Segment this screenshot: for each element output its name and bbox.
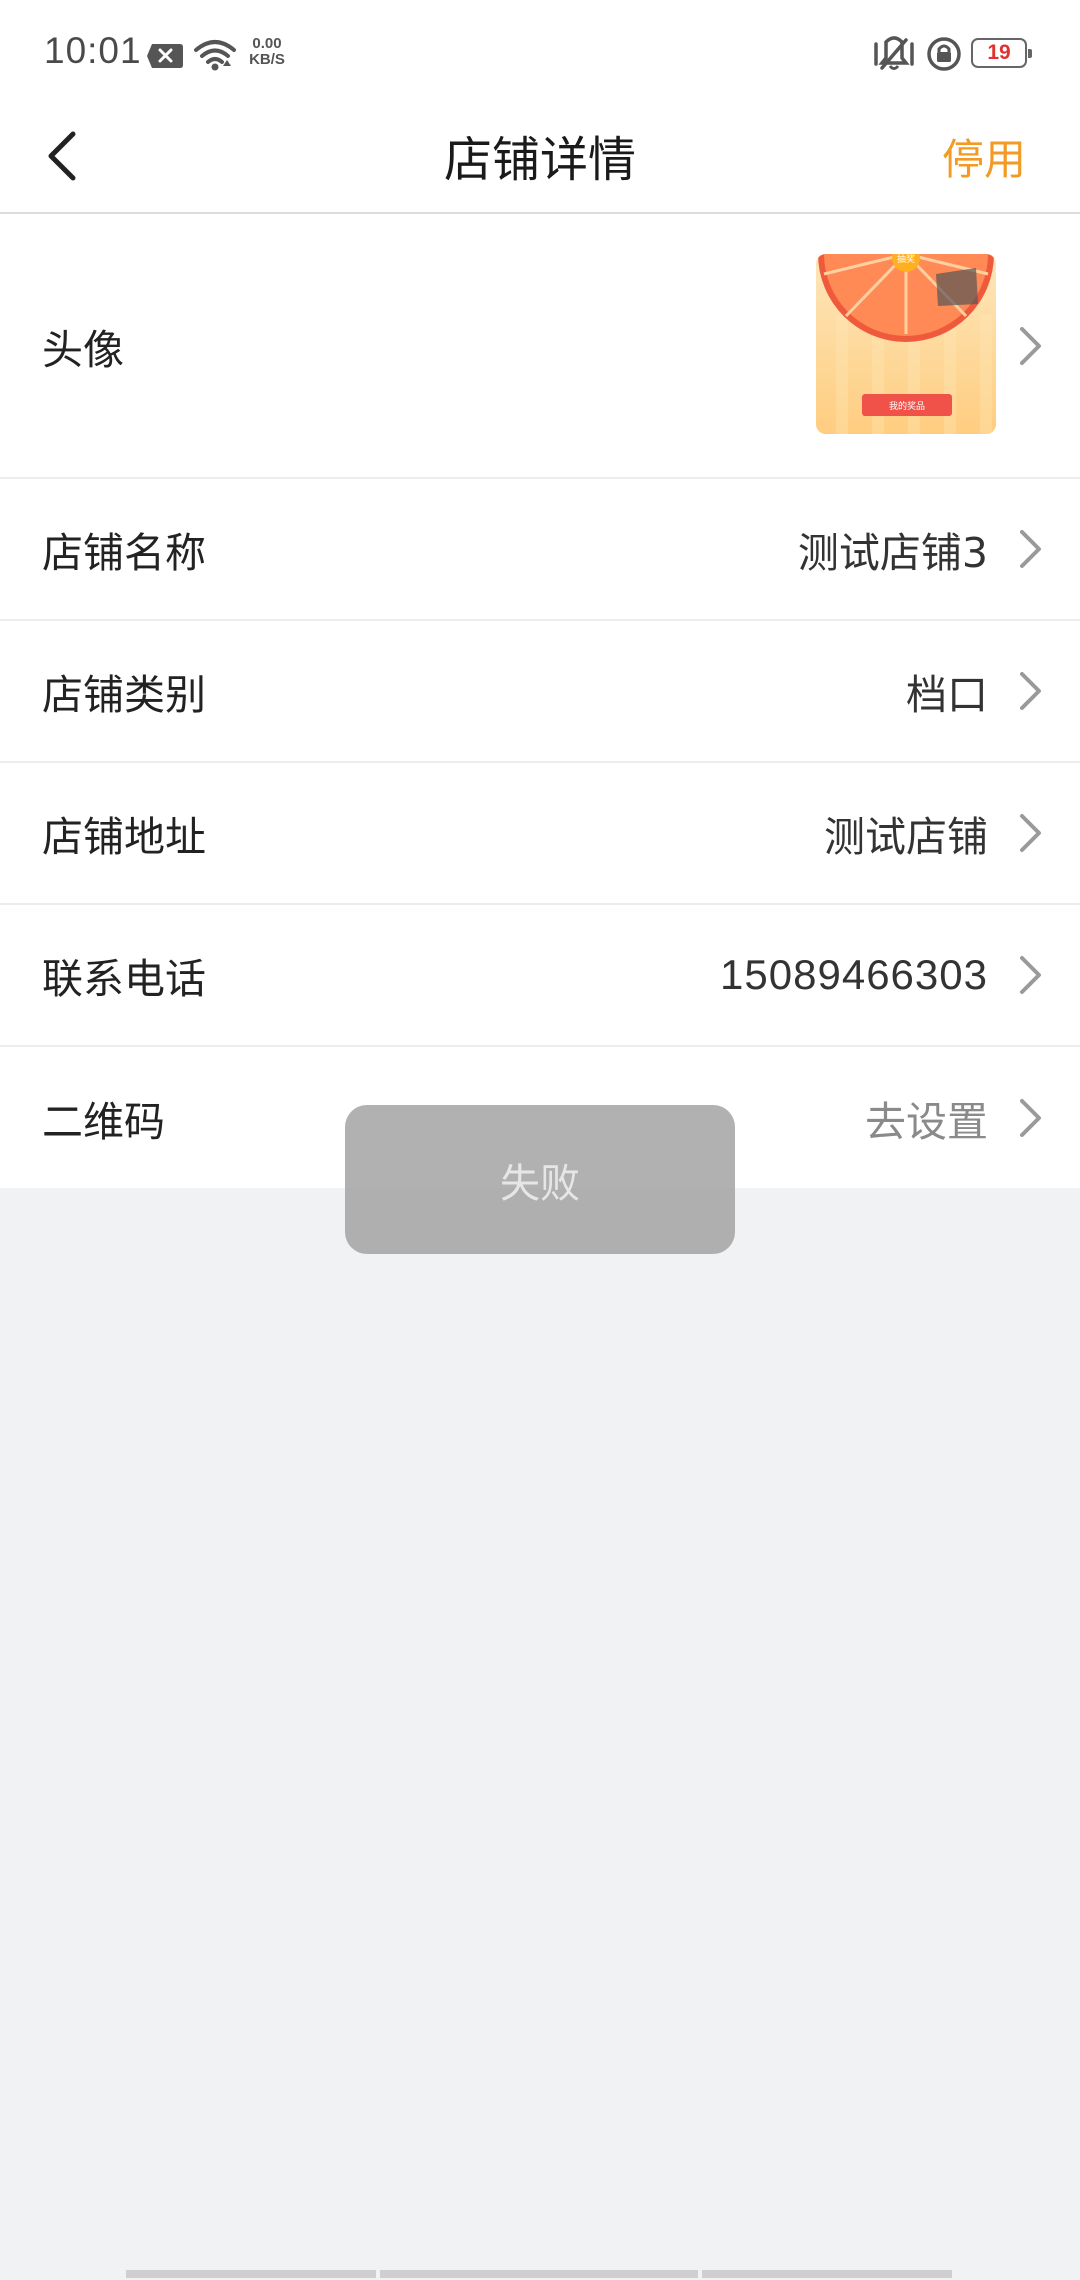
row-label-qr-code: 二维码 <box>42 1097 165 1146</box>
bottom-indicator-segment <box>380 2270 698 2278</box>
row-store-address[interactable]: 店铺地址 测试店铺 <box>0 763 1080 905</box>
avatar-button-text: 我的奖品 <box>889 400 925 412</box>
store-details-screen: 10:01 0.00 KB/S 19 店铺详情 停用 头像 抽奖 我的奖品 店铺… <box>0 0 1080 2280</box>
wifi-icon <box>194 40 236 71</box>
net-speed-value: 0.00 <box>252 35 282 52</box>
row-value-contact-phone: 15089466303 <box>720 951 988 998</box>
bottom-indicator-segment <box>126 2270 376 2278</box>
row-store-category[interactable]: 店铺类别 档口 <box>0 621 1080 763</box>
row-label-contact-phone: 联系电话 <box>42 955 206 1003</box>
row-label-store-name: 店铺名称 <box>42 529 206 577</box>
bottom-indicator-segment <box>702 2270 952 2278</box>
vibrate-icon <box>874 36 914 70</box>
row-label-avatar: 头像 <box>42 325 124 374</box>
disable-button[interactable]: 停用 <box>942 108 1026 212</box>
bottom-indicator <box>126 2270 956 2280</box>
chevron-right-icon <box>1020 530 1041 568</box>
chevron-right-icon <box>1020 1098 1041 1137</box>
chevron-right-icon <box>1020 326 1041 365</box>
avatar-badge-text: 抽奖 <box>897 254 915 265</box>
net-speed-unit: KB/S <box>249 51 285 68</box>
notification-x-icon <box>147 44 183 68</box>
row-value-store-category: 档口 <box>906 671 988 719</box>
chevron-right-icon <box>1020 956 1041 994</box>
avatar-image: 抽奖 我的奖品 <box>816 254 996 434</box>
row-store-name[interactable]: 店铺名称 测试店铺3 <box>0 479 1080 621</box>
page-title: 店铺详情 <box>443 132 636 188</box>
store-detail-list: 头像 抽奖 我的奖品 店铺名称 测试店铺3 店铺类别 档口 店铺地址 测试店铺 … <box>0 214 1080 1188</box>
row-contact-phone[interactable]: 联系电话 15089466303 <box>0 905 1080 1047</box>
row-avatar[interactable]: 头像 抽奖 我的奖品 <box>0 214 1080 479</box>
row-value-store-address: 测试店铺 <box>824 813 988 861</box>
network-speed: 0.00 KB/S <box>244 36 290 68</box>
toast-message: 失败 <box>345 1105 735 1254</box>
status-bar: 10:01 0.00 KB/S 19 <box>0 0 1080 108</box>
chevron-right-icon <box>1020 672 1041 710</box>
row-label-store-category: 店铺类别 <box>42 671 206 719</box>
nav-bar: 店铺详情 停用 <box>0 108 1080 214</box>
avatar: 抽奖 我的奖品 <box>816 254 996 434</box>
rotation-lock-icon <box>927 37 961 71</box>
battery-icon: 19 <box>971 38 1032 68</box>
chevron-right-icon <box>1020 814 1041 852</box>
row-value-qr-code: 去设置 <box>865 1097 988 1146</box>
row-value-store-name: 测试店铺3 <box>797 529 988 577</box>
row-label-store-address: 店铺地址 <box>42 813 206 861</box>
status-time: 10:01 <box>44 30 142 71</box>
